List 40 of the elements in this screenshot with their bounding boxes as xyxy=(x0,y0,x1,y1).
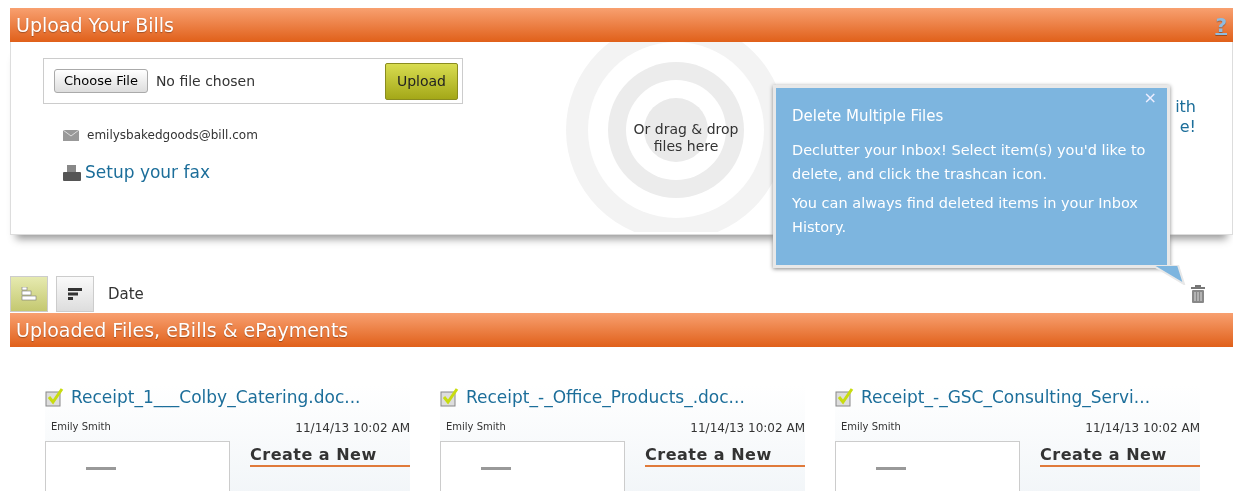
fax-icon xyxy=(63,164,81,181)
upload-date: 11/14/13 10:02 AM xyxy=(1085,419,1200,437)
upload-button[interactable]: Upload xyxy=(384,62,458,100)
partial-link-text: e! xyxy=(1178,117,1196,137)
view-toggle-button[interactable] xyxy=(10,276,48,312)
upload-date: 11/14/13 10:02 AM xyxy=(295,419,410,437)
owner-name: Emily Smith xyxy=(51,419,111,434)
tooltip-text: Declutter your Inbox! Select item(s) you'd like to delete, and click the trashcan icon. xyxy=(792,140,1147,185)
file-status-text: No file chosen xyxy=(155,71,257,91)
checkbox[interactable] xyxy=(45,387,65,408)
tooltip-title: Delete Multiple Files xyxy=(792,106,945,127)
create-new-heading: Create a New xyxy=(645,442,805,467)
envelope-icon xyxy=(63,129,79,141)
document-line-drawing xyxy=(86,466,116,470)
file-name-link[interactable]: Receipt_1___Colby_Catering.doc... xyxy=(71,385,361,411)
document-line-drawing xyxy=(876,466,906,470)
panel-title: Upload Your Bills xyxy=(16,12,174,38)
checkbox[interactable] xyxy=(440,387,460,408)
sort-icon xyxy=(68,288,82,300)
panel-title: Uploaded Files, eBills & ePayments xyxy=(16,317,349,343)
drop-hint-text: Or drag & drop files here xyxy=(632,120,740,156)
trash-icon[interactable] xyxy=(1191,285,1205,303)
email-address: emilysbakedgoods@bill.com xyxy=(87,127,258,144)
checkbox[interactable] xyxy=(835,387,855,408)
setup-fax-link[interactable]: Setup your fax xyxy=(85,160,210,186)
tooltip-text: You can always find deleted items in your Inbox History. xyxy=(792,193,1139,238)
choose-file-button[interactable]: Choose File xyxy=(54,69,148,93)
owner-name: Emily Smith xyxy=(446,419,506,434)
partial-link-text: ith xyxy=(1175,97,1196,117)
stacked-bars-icon xyxy=(21,287,37,301)
file-name-link[interactable]: Receipt_-_Office_Products_.doc... xyxy=(466,385,745,411)
file-input-field[interactable]: Choose File No file chosen Upload xyxy=(43,58,463,104)
view-toggle-button[interactable] xyxy=(56,276,94,312)
create-new-heading: Create a New xyxy=(250,442,410,467)
file-name-link[interactable]: Receipt_-_GSC_Consulting_Servi... xyxy=(861,385,1151,411)
sort-label: Date xyxy=(108,283,145,305)
document-line-drawing xyxy=(481,466,511,470)
upload-date: 11/14/13 10:02 AM xyxy=(690,419,805,437)
owner-name: Emily Smith xyxy=(841,419,901,434)
create-new-heading: Create a New xyxy=(1040,442,1200,467)
